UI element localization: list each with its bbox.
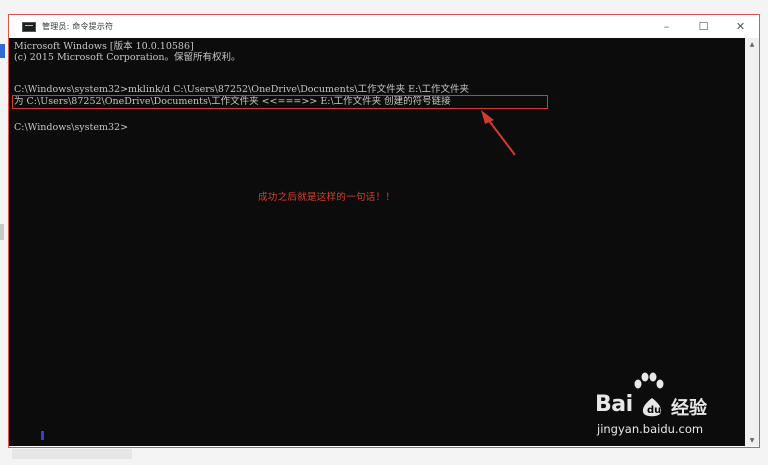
background-bottom-strip (12, 449, 132, 459)
watermark-brand: Bai (595, 392, 633, 417)
cursor-marker (41, 431, 44, 440)
console-output[interactable]: Microsoft Windows [版本 10.0.10586] (c) 20… (9, 38, 745, 446)
baidu-du-paw-icon: du (642, 398, 661, 417)
scroll-up-button[interactable]: ▲ (745, 38, 759, 50)
window-title: 管理员: 命令提示符 (42, 22, 114, 31)
scroll-down-button[interactable]: ▼ (745, 434, 759, 446)
baidu-paw-icon (634, 372, 664, 389)
background-blue-mark (0, 44, 5, 58)
watermark-url: jingyan.baidu.com (597, 422, 704, 436)
window-controls: – ☐ ✕ (648, 15, 759, 38)
background-gray-mark (0, 224, 4, 240)
cmd-app-icon[interactable] (22, 21, 36, 32)
annotation-text: 成功之后就是这样的一句话！！ (258, 192, 396, 203)
close-button[interactable]: ✕ (722, 15, 759, 38)
watermark-brand-cn: 经验 (671, 398, 707, 419)
minimize-button[interactable]: – (648, 15, 685, 38)
maximize-button[interactable]: ☐ (685, 15, 722, 38)
vertical-scrollbar[interactable]: ▲ ▼ (745, 38, 759, 446)
svg-text:du: du (647, 405, 661, 416)
baidu-watermark: Bai du 经验 jingyan.baidu.com (595, 372, 735, 438)
title-bar[interactable]: 管理员: 命令提示符 – ☐ ✕ (9, 15, 759, 38)
